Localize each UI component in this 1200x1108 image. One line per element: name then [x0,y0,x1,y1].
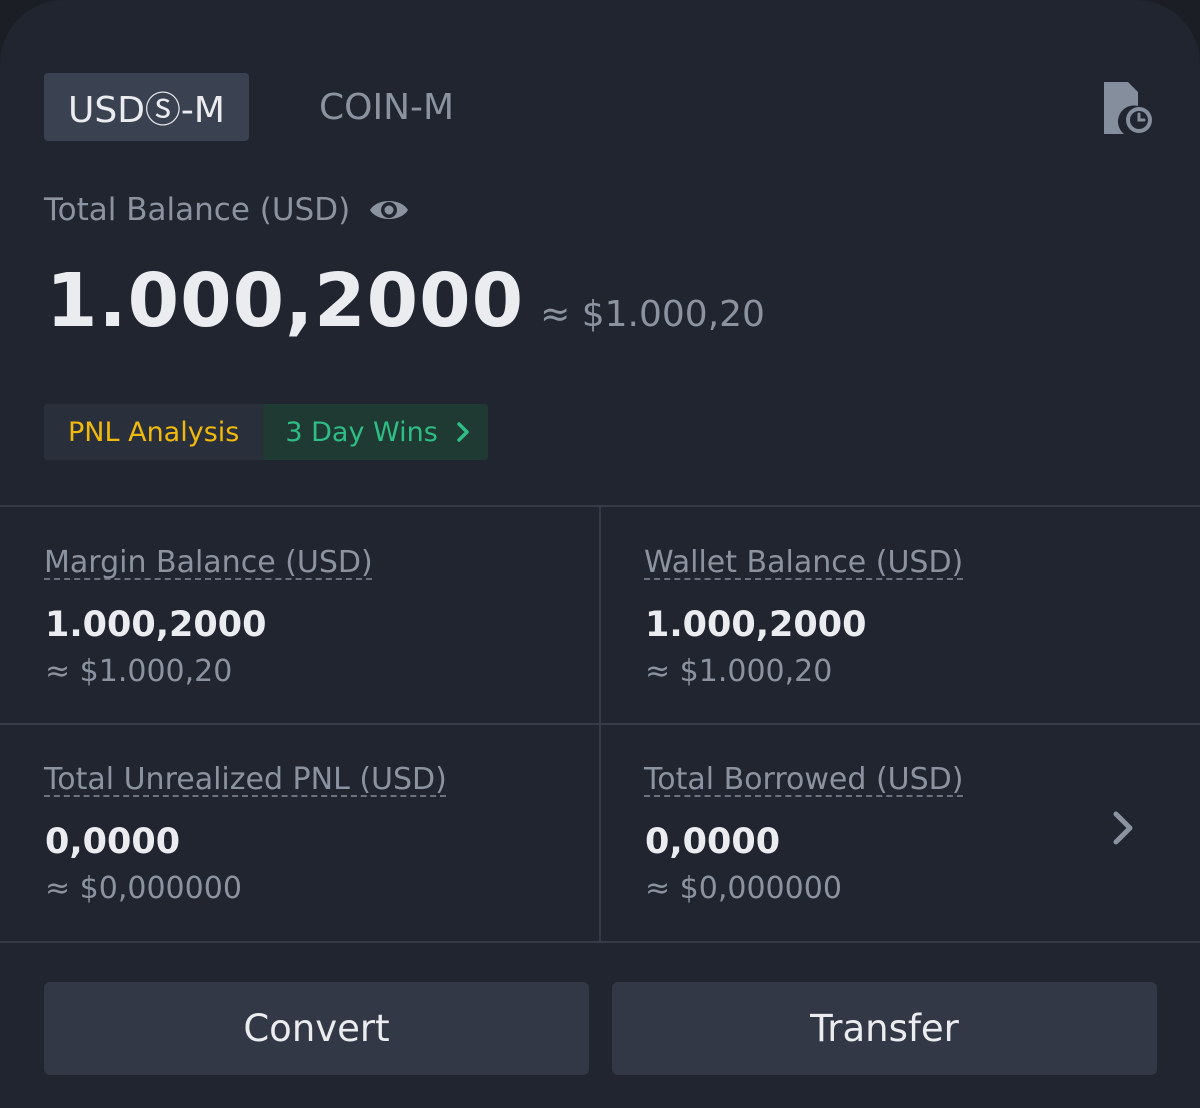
transaction-history-icon[interactable] [1102,82,1154,136]
stat-label[interactable]: Margin Balance (USD) [44,545,373,580]
pnl-analysis-bar[interactable]: PNL Analysis 3 Day Wins [44,404,488,460]
stat-label[interactable]: Wallet Balance (USD) [644,545,963,580]
eye-icon[interactable] [368,195,410,225]
day-wins-label: 3 Day Wins [285,416,438,448]
stat-approx: ≈ $0,000000 [45,871,242,906]
stat-margin-balance: Margin Balance (USD) 1.000,2000 ≈ $1.000… [0,507,598,723]
futures-balance-card: USDⓈ-M COIN-M Total Balance (USD) 1.000,… [0,0,1200,1108]
stat-approx: ≈ $1.000,20 [45,654,233,689]
tab-coin-m[interactable]: COIN-M [295,73,478,141]
pnl-analysis-label[interactable]: PNL Analysis [44,404,264,460]
stat-unrealized-pnl: Total Unrealized PNL (USD) 0,0000 ≈ $0,0… [0,724,598,940]
total-balance-label-row: Total Balance (USD) [44,192,410,228]
day-wins-badge[interactable]: 3 Day Wins [263,404,488,460]
chevron-right-icon [457,422,469,442]
stat-label[interactable]: Total Unrealized PNL (USD) [44,762,447,797]
stat-value: 0,0000 [45,822,181,862]
margin-type-tabs: USDⓈ-M COIN-M [44,73,478,141]
stat-value: 1.000,2000 [45,605,267,645]
stat-value: 0,0000 [645,822,781,862]
stat-value: 1.000,2000 [645,605,867,645]
total-balance-value: 1.000,2000 [46,258,525,344]
total-balance-approx: ≈ $1.000,20 [540,294,765,335]
stat-approx: ≈ $0,000000 [645,871,842,906]
divider [0,941,1200,943]
stat-total-borrowed[interactable]: Total Borrowed (USD) 0,0000 ≈ $0,000000 [600,724,1198,940]
stat-label[interactable]: Total Borrowed (USD) [644,762,963,797]
stat-wallet-balance: Wallet Balance (USD) 1.000,2000 ≈ $1.000… [600,507,1198,723]
total-balance-label: Total Balance (USD) [44,192,351,228]
balance-stats-grid: Margin Balance (USD) 1.000,2000 ≈ $1.000… [0,505,1200,943]
stat-approx: ≈ $1.000,20 [645,654,833,689]
total-balance-row: 1.000,2000 ≈ $1.000,20 [46,258,765,344]
tab-usds-m[interactable]: USDⓈ-M [44,73,249,141]
chevron-right-icon[interactable] [1112,810,1134,846]
convert-button[interactable]: Convert [44,982,589,1075]
transfer-button[interactable]: Transfer [612,982,1157,1075]
